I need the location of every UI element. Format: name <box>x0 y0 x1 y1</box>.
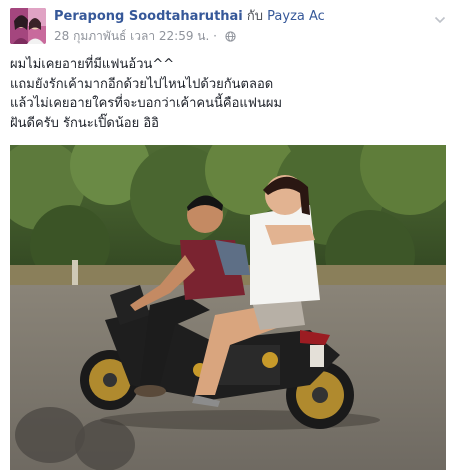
post-timestamp-link[interactable]: 28 กุมภาพันธ์ เวลา 22:59 น. <box>54 29 209 43</box>
avatar-image <box>10 8 46 44</box>
with-label: กับ <box>246 9 264 24</box>
post-meta: 28 กุมภาพันธ์ เวลา 22:59 น. · <box>54 29 236 46</box>
tagged-user-link[interactable]: Payza Ac <box>267 9 325 24</box>
post-text-line: แถมยังรักเค้ามากอีกด้วยไปไหนไปด้วยกันตลอ… <box>10 76 274 92</box>
globe-icon[interactable] <box>225 31 236 46</box>
author-name-link[interactable]: Perapong Soodtaharuthai <box>54 9 243 24</box>
post-photo[interactable] <box>10 145 446 470</box>
post-header: Perapong Soodtaharuthai กับ Payza Ac <box>54 9 325 25</box>
post-text-line: ผมไม่เคยอายที่มีแฟนอ้วน^^ <box>10 57 175 72</box>
chevron-down-icon[interactable] <box>434 10 446 24</box>
avatar[interactable] <box>10 8 46 44</box>
meta-separator: · <box>213 29 217 43</box>
facebook-post: Perapong Soodtaharuthai กับ Payza Ac 28 … <box>0 0 456 476</box>
post-text-line: แล้วไม่เคยอายใครที่จะบอกว่าเค้าคนนี้คือแ… <box>10 96 283 111</box>
post-text-line: ฝันดีครับ รักนะเปิ๊ดน้อย อิอิ <box>10 115 159 131</box>
post-message: ผมไม่เคยอายที่มีแฟนอ้วน^^ แถมยังรักเค้าม… <box>10 55 446 133</box>
